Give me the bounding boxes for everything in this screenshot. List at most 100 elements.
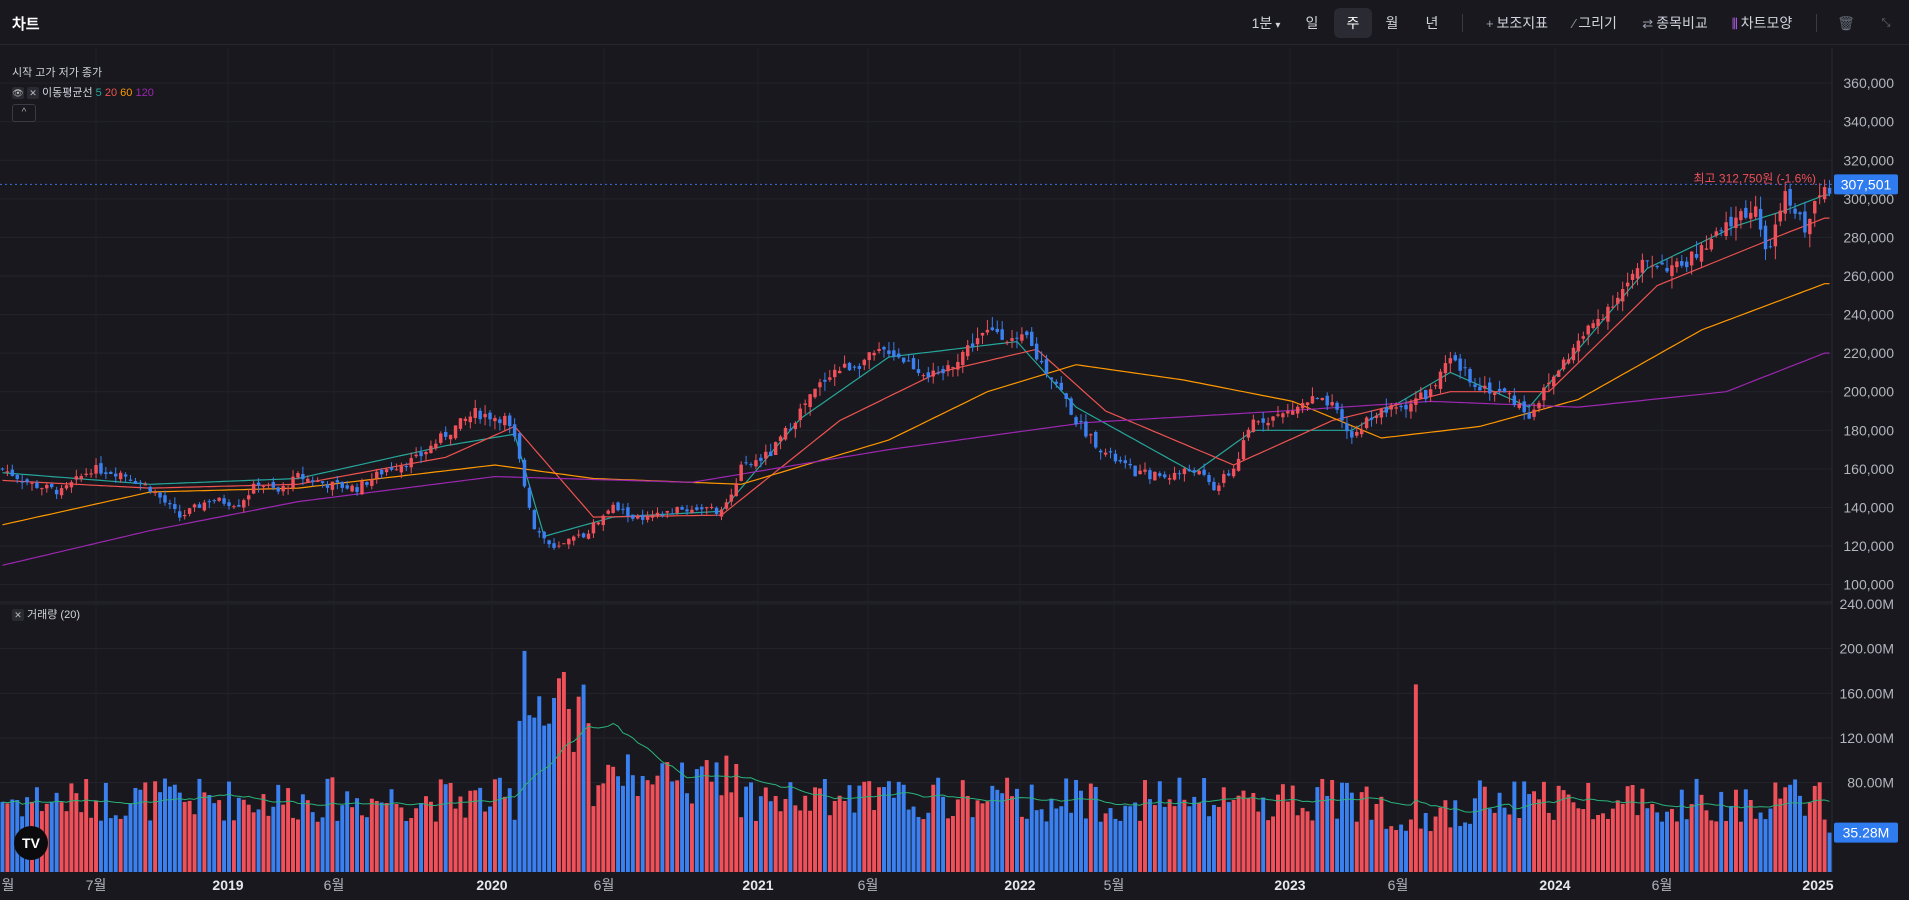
volume-bar: [10, 799, 15, 872]
candle-body: [84, 473, 88, 475]
volume-bar: [1167, 799, 1172, 872]
candle-body: [562, 543, 566, 545]
candle-body: [813, 388, 817, 398]
candle-body: [182, 515, 187, 517]
tab-month[interactable]: 월: [1376, 8, 1408, 38]
volume-bar: [1290, 785, 1295, 872]
candle-body: [1453, 355, 1457, 361]
candle-body: [335, 480, 340, 483]
candle-body: [1271, 416, 1275, 421]
volume-bar: [1468, 823, 1473, 872]
candle-body: [1340, 409, 1344, 421]
volume-bar: [320, 817, 325, 872]
candle-body: [458, 418, 463, 429]
volume-bar: [561, 672, 566, 872]
close-icon[interactable]: ✕: [27, 87, 39, 100]
candle-body: [153, 492, 157, 494]
indicator-button[interactable]: + 보조지표: [1482, 8, 1552, 38]
volume-bar: [315, 821, 320, 872]
volume-bar: [1763, 819, 1768, 872]
volume-bar: [1408, 819, 1413, 872]
volume-bar: [714, 762, 719, 872]
interval-select[interactable]: 1분 ▾: [1243, 8, 1289, 38]
candle-body: [1547, 382, 1551, 385]
price-tick-label: 220,000: [1843, 345, 1894, 361]
volume-bar: [1620, 803, 1625, 872]
volume-bar: [153, 781, 158, 872]
candle-body: [394, 469, 399, 471]
price-tick-label: 360,000: [1843, 75, 1894, 91]
candle-body: [424, 451, 428, 455]
collapse-icon[interactable]: ⤡: [1876, 8, 1896, 38]
volume-bar: [699, 766, 704, 872]
candle-body: [370, 479, 374, 486]
candle-body: [1039, 360, 1044, 363]
volume-bar: [990, 785, 995, 872]
volume-bar: [837, 795, 842, 872]
volume-bar: [1812, 785, 1817, 872]
candle-body: [828, 377, 832, 380]
chevron-up-icon[interactable]: ^: [12, 104, 36, 122]
volume-bar: [458, 796, 463, 872]
volume-bar: [453, 808, 458, 872]
candle-body: [1300, 403, 1305, 409]
candle-body: [1187, 469, 1192, 472]
volume-bar: [803, 795, 808, 872]
volume-bar: [1340, 782, 1344, 872]
volume-bar: [970, 817, 975, 872]
candle-body: [123, 474, 128, 477]
candle-body: [1374, 415, 1379, 418]
volume-bar: [950, 815, 955, 872]
candle-body: [1291, 410, 1295, 415]
candle-body: [847, 362, 852, 371]
volume-bar: [630, 775, 635, 872]
price-chart[interactable]: 360,000340,000320,000300,000280,000260,0…: [0, 44, 1909, 900]
candle-body: [207, 501, 212, 503]
price-tick-label: 200,000: [1843, 384, 1894, 400]
volume-bar: [788, 782, 793, 872]
candle-body: [739, 464, 743, 481]
candle-body: [118, 472, 123, 480]
last-volume-label: 35.28M: [1843, 825, 1890, 841]
candle-body: [1561, 359, 1566, 370]
volume-bar: [916, 816, 921, 872]
volume-bar: [300, 794, 305, 872]
volume-bar: [1044, 821, 1049, 872]
ma-period-20: 20: [104, 87, 118, 99]
tab-week[interactable]: 주: [1334, 8, 1372, 38]
candle-body: [1345, 423, 1349, 432]
chart-style-button[interactable]: ⫼ 차트모양: [1726, 8, 1798, 38]
tab-year[interactable]: 년: [1416, 8, 1448, 38]
candle-body: [246, 495, 251, 500]
candle-body: [1094, 431, 1098, 448]
candle-body: [168, 503, 172, 505]
candle-body: [1236, 458, 1241, 471]
candle-body: [512, 424, 517, 437]
close-icon[interactable]: ✕: [12, 609, 24, 622]
candle-body: [714, 507, 719, 514]
candle-body: [759, 457, 763, 461]
candle-body: [148, 486, 152, 492]
volume-bar: [492, 779, 497, 872]
compare-button[interactable]: ⇄ 종목비교: [1640, 8, 1710, 38]
candle-body: [1197, 470, 1201, 475]
candle-body: [1497, 388, 1502, 391]
volume-bar: [1438, 807, 1443, 872]
eye-icon[interactable]: 👁: [12, 87, 24, 100]
trash-icon[interactable]: 🗑: [1836, 8, 1856, 38]
tab-day[interactable]: 일: [1296, 8, 1328, 38]
candle-body: [173, 504, 177, 509]
ma-legend: 👁 ✕ 이동평균선 5 20 60 120: [12, 84, 154, 100]
volume-bar: [729, 792, 734, 872]
candle-body: [1364, 417, 1369, 429]
time-tick-label: 6월: [594, 877, 615, 893]
candle-body: [749, 464, 753, 466]
candle-body: [1586, 325, 1590, 335]
volume-bar: [369, 798, 374, 872]
compare-label: 종목비교: [1656, 15, 1708, 31]
draw-button[interactable]: ⁄ 그리기: [1566, 8, 1624, 38]
candle-body: [64, 485, 69, 489]
volume-bar: [148, 820, 153, 872]
volume-bar: [744, 786, 749, 872]
volume-bar: [926, 812, 931, 872]
